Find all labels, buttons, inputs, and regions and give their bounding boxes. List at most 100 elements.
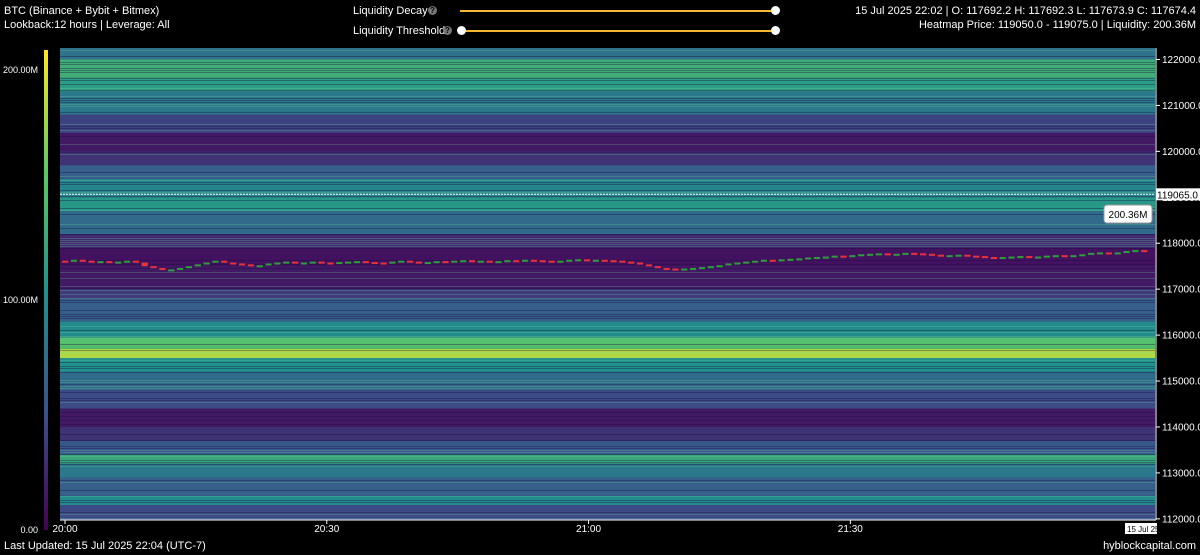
brand-watermark[interactable]: hyblockcapital.com (1103, 540, 1196, 552)
candle-16 (203, 262, 210, 265)
candle-11 (159, 268, 166, 271)
candle-81 (778, 259, 785, 262)
candle-44 (451, 260, 458, 263)
candle-68 (663, 268, 670, 271)
y-tick-label-8: 114000.0 (1162, 422, 1200, 433)
heat-band-23 (60, 151, 1155, 166)
candle-1 (70, 259, 78, 262)
candle-49 (495, 261, 502, 264)
candle-87 (831, 255, 838, 258)
y-tick-label-9: 113000.0 (1162, 468, 1200, 479)
candle-10 (150, 266, 157, 269)
candle-55 (548, 260, 555, 263)
candle-18 (221, 260, 228, 263)
candle-21 (247, 264, 254, 267)
candle-41 (424, 262, 431, 265)
heat-band-14 (60, 298, 1155, 322)
candle-112 (1052, 255, 1059, 258)
candle-97 (920, 253, 927, 256)
candle-28 (309, 261, 316, 264)
candle-105 (990, 257, 997, 260)
x-tick-label-2: 21:00 (576, 524, 601, 535)
candle-15 (194, 264, 201, 267)
candle-22 (256, 265, 263, 268)
heat-band-24 (60, 132, 1155, 152)
y-tick-label-2: 120000.0 (1162, 147, 1200, 158)
candle-24 (274, 262, 281, 265)
candle-71 (690, 268, 697, 271)
heat-band-16 (60, 266, 1155, 290)
price-marker-label: 119065.0 (1157, 190, 1198, 201)
x-tick-label-0: 20:00 (52, 524, 77, 535)
candle-39 (406, 260, 414, 263)
candle-54 (539, 260, 546, 263)
candle-100 (946, 255, 953, 258)
candle-65 (636, 262, 644, 265)
candle-4 (97, 261, 104, 264)
candle-111 (1043, 255, 1051, 258)
heat-band-12 (60, 337, 1155, 349)
candle-122 (1141, 250, 1148, 253)
candle-107 (1008, 256, 1015, 259)
candle-40 (415, 261, 423, 264)
y-tick-label-10: 112000.0 (1162, 514, 1200, 525)
candle-58 (575, 259, 582, 262)
heat-band-3 (60, 463, 1155, 478)
heat-band-26 (60, 91, 1155, 115)
candle-72 (698, 267, 706, 270)
candle-36 (380, 262, 387, 265)
candle-63 (619, 260, 626, 263)
colorbar-tick-2: 0.00 (20, 525, 38, 535)
y-tick-label-7: 115000.0 (1162, 377, 1200, 388)
y-tick-label-6: 116000.0 (1162, 331, 1200, 342)
candle-78 (751, 260, 759, 263)
y-tick-label-5: 117000.0 (1162, 285, 1200, 296)
candle-82 (787, 258, 794, 261)
y-tick-label-1: 121000.0 (1162, 101, 1200, 112)
candle-35 (371, 262, 378, 265)
candle-30 (327, 262, 334, 265)
candle-61 (601, 259, 608, 262)
candle-106 (999, 257, 1006, 260)
x-last-label: 15 Jul 25 22:02 (1127, 525, 1182, 534)
candle-9 (141, 262, 148, 267)
heat-band-6 (60, 426, 1155, 441)
candle-66 (645, 264, 652, 267)
y-tick-label-0: 122000.0 (1162, 55, 1200, 66)
candle-103 (973, 255, 980, 258)
candle-114 (1070, 255, 1077, 258)
candle-29 (318, 261, 325, 264)
candle-31 (336, 262, 343, 265)
candle-90 (858, 254, 865, 257)
candle-115 (1079, 254, 1086, 257)
candle-57 (566, 259, 573, 262)
candle-77 (743, 261, 750, 264)
candle-56 (557, 260, 564, 263)
candle-46 (468, 260, 476, 263)
candle-26 (291, 261, 299, 264)
liquidity-tooltip-label: 200.36M (1109, 210, 1148, 221)
candle-83 (796, 258, 803, 261)
candle-14 (185, 266, 193, 269)
candle-8 (132, 260, 139, 263)
candle-110 (1035, 256, 1042, 259)
x-tick-label-1: 20:30 (314, 524, 339, 535)
candle-79 (760, 259, 767, 262)
candle-48 (486, 260, 493, 263)
candle-96 (911, 252, 918, 255)
colorbar-tick-0: 200.00M (3, 65, 38, 75)
candle-52 (521, 259, 529, 262)
candle-113 (1061, 255, 1068, 258)
candle-88 (840, 255, 847, 258)
candle-116 (1088, 252, 1095, 255)
x-tick-label-3: 21:30 (838, 524, 863, 535)
candle-19 (230, 262, 237, 265)
candle-92 (875, 253, 882, 256)
candle-121 (1132, 250, 1139, 253)
colorbar (44, 50, 48, 530)
candle-12 (168, 269, 175, 272)
heat-band-29 (60, 48, 1155, 60)
candle-102 (964, 254, 971, 257)
heat-band-20 (60, 197, 1155, 212)
candle-25 (283, 261, 290, 264)
